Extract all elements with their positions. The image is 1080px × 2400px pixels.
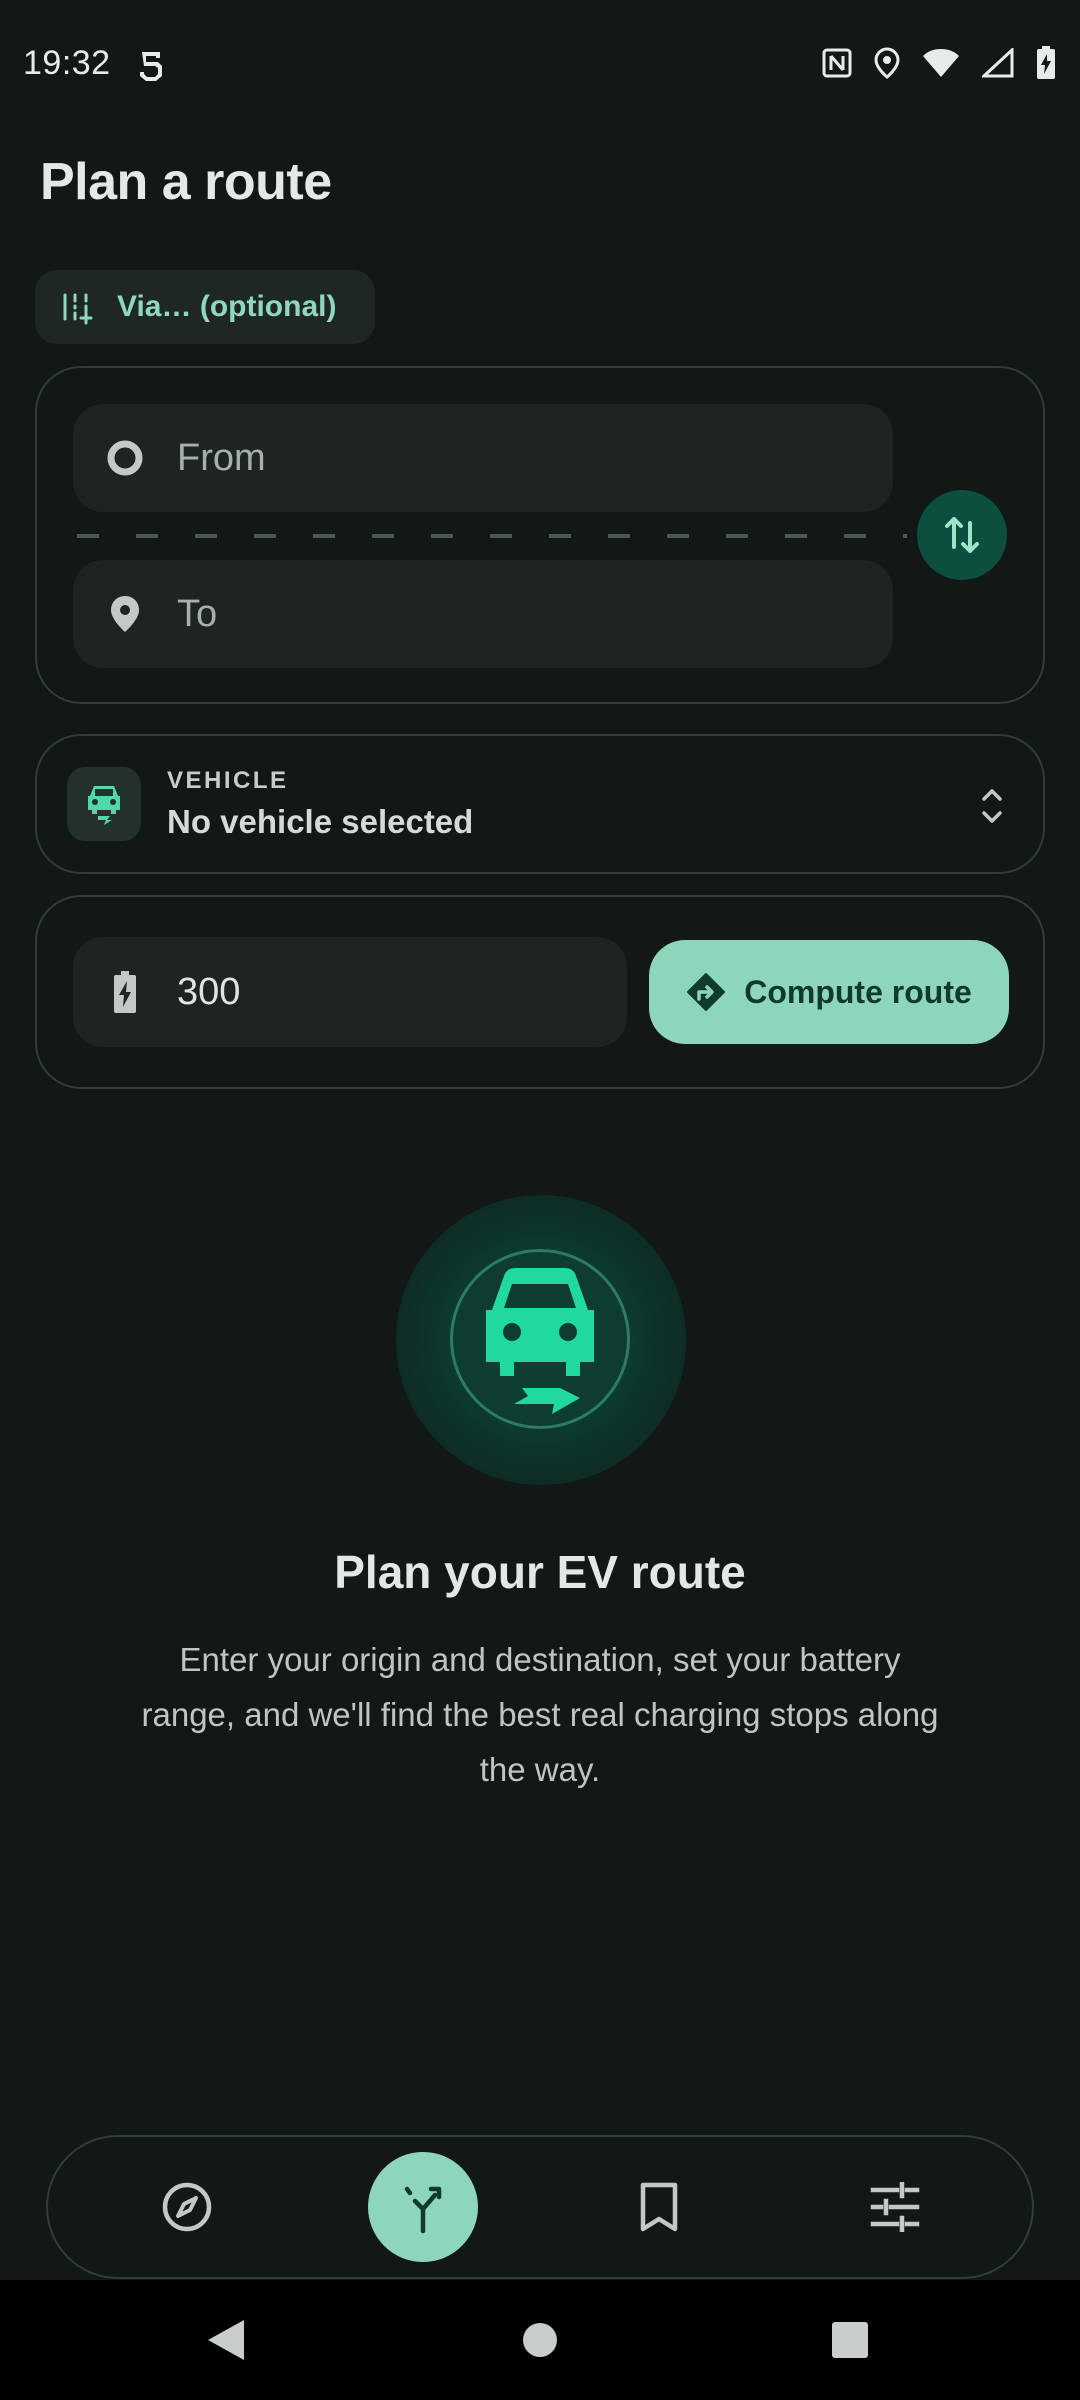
status-time: 19:32 [23, 44, 111, 82]
shield-notification-icon [140, 52, 162, 81]
route-fork-icon [404, 2186, 442, 2234]
from-field[interactable] [73, 404, 893, 512]
home-button[interactable] [480, 2280, 600, 2400]
battery-icon [1037, 46, 1055, 79]
compute-route-button[interactable]: Compute route [649, 940, 1009, 1044]
vehicle-value: No vehicle selected [167, 803, 474, 840]
directions-icon [687, 973, 726, 1011]
origin-circle-icon [103, 436, 147, 480]
back-triangle-icon [208, 2320, 244, 2360]
bottom-navigation [46, 2135, 1034, 2279]
route-card [35, 366, 1045, 704]
swap-vertical-icon [945, 517, 979, 553]
compute-route-label: Compute route [744, 973, 972, 1010]
vehicle-selector[interactable]: VEHICLE No vehicle selected [35, 734, 1045, 874]
battery-range-field[interactable] [73, 937, 627, 1047]
nav-explore[interactable] [132, 2137, 242, 2277]
ev-car-icon [88, 786, 120, 825]
unfold-more-icon [982, 789, 1002, 823]
nav-active-indicator [368, 2152, 478, 2262]
location-icon [874, 47, 900, 79]
battery-range-input[interactable] [177, 970, 557, 1014]
ev-car-illustration-icon [486, 1268, 594, 1414]
range-card: Compute route [35, 895, 1045, 1089]
nav-settings[interactable] [840, 2137, 950, 2277]
home-circle-icon [523, 2323, 557, 2357]
status-icons [822, 46, 1056, 80]
to-input[interactable] [177, 592, 777, 636]
status-bar: 19:32 [0, 0, 1080, 130]
recents-square-icon [832, 2322, 868, 2358]
add-stop-icon [63, 293, 93, 325]
via-chip-label: Via… (optional) [117, 290, 337, 323]
back-button[interactable] [166, 2280, 286, 2400]
from-input[interactable] [177, 436, 777, 480]
swap-button[interactable] [917, 490, 1007, 580]
wifi-icon [923, 49, 959, 77]
compass-icon [162, 2182, 212, 2232]
recents-button[interactable] [790, 2280, 910, 2400]
hero-description: Enter your origin and destination, set y… [141, 1641, 939, 1788]
tune-icon [870, 2182, 920, 2232]
to-field[interactable] [73, 560, 893, 668]
bookmark-icon [640, 2182, 678, 2232]
nav-saved[interactable] [604, 2137, 714, 2277]
vehicle-icon-box [67, 767, 141, 841]
via-optional-chip[interactable]: Via… (optional) [35, 270, 375, 344]
page-title: Plan a route [40, 153, 332, 211]
nav-plan-route[interactable] [368, 2137, 478, 2277]
vehicle-caption: VEHICLE [167, 767, 289, 794]
system-navigation-bar [0, 2280, 1080, 2400]
battery-charging-icon [103, 970, 147, 1014]
signal-icon [982, 48, 1014, 78]
hero-title: Plan your EV route [334, 1546, 746, 1598]
nfc-icon [822, 48, 852, 78]
location-pin-icon [103, 592, 147, 636]
route-divider [77, 534, 907, 538]
